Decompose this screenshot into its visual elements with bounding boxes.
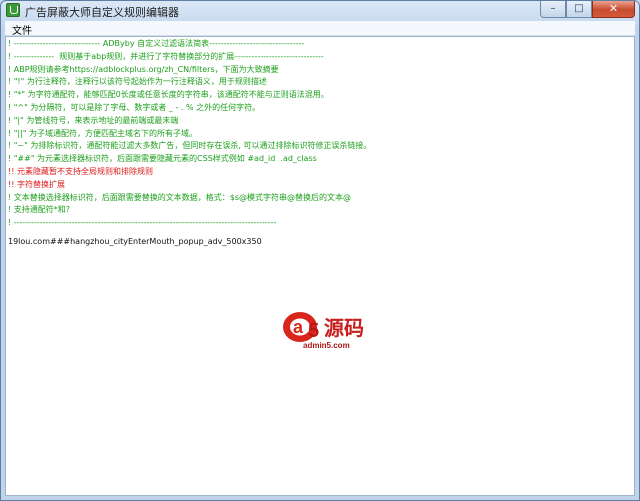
editor-line: ! "^" 为分隔符，可以是除了字母、数字或者 _ - . % 之外的任何字符。	[8, 102, 261, 112]
editor-lines: ! ------------------------------ ADByby …	[6, 38, 634, 249]
minimize-button[interactable]: –	[540, 1, 566, 18]
editor-line: ! -------------- 规则基于abp规则，并进行了字符替换部分的扩展…	[8, 51, 324, 61]
editor-line: ! "|" 为管线符号，来表示地址的最前端或最末端	[8, 115, 179, 125]
watermark-brand-cn: 源码	[324, 316, 364, 340]
menu-file[interactable]: 文件	[12, 22, 32, 37]
editor-line: ! "##" 为元素选择器标识符，后面跟需要隐藏元素的CSS样式例如 #ad_i…	[8, 154, 317, 164]
watermark-brand-a: a	[293, 317, 304, 337]
window-controls: – □ ✕	[540, 1, 635, 19]
editor-line: ! ------------------------------ ADByby …	[8, 39, 305, 48]
editor-line: ! --------------------------------------…	[8, 218, 277, 228]
editor-line: ! "*" 为字符通配符，能够匹配0长度或任意长度的字符串，该通配符不能与正则语…	[8, 90, 329, 100]
window-title: 广告屏蔽大师自定义规则编辑器	[25, 6, 179, 19]
editor-line: ! 支持通配符*和？	[8, 205, 74, 215]
rule-editor-textarea[interactable]: ! ------------------------------ ADByby …	[5, 36, 635, 496]
watermark-brand-num: 5	[308, 320, 319, 342]
editor-line: ! "~" 为排除标识符，通配符能过滤大多数广告，但同时存在误杀, 可以通过排除…	[8, 141, 372, 151]
app-window: 广告屏蔽大师自定义规则编辑器 – □ ✕ 文件 ! --------------…	[0, 0, 640, 501]
title-bar[interactable]: 广告屏蔽大师自定义规则编辑器 – □ ✕	[1, 1, 639, 21]
admin5-watermark: a 5 源码 admin5.com	[280, 305, 380, 355]
editor-line: !! 字符替换扩展	[8, 179, 65, 189]
editor-line: ! 文本替换选择器标识符，后面跟需要替换的文本数据，格式：$s@模式字符串@替换…	[8, 192, 352, 202]
editor-line: 19lou.com###hangzhou_cityEnterMouth_popu…	[8, 236, 262, 246]
close-button[interactable]: ✕	[592, 1, 635, 18]
editor-line: ! "!" 为行注释符，注释行以该符号起始作为一行注释语义，用于规则描述	[8, 77, 267, 87]
shield-app-icon	[6, 3, 20, 17]
editor-line: ! ABP规则请参考https://adblockplus.org/zh_CN/…	[8, 64, 279, 74]
menu-bar: 文件	[5, 21, 635, 37]
maximize-button[interactable]: □	[566, 1, 592, 18]
editor-line: ! "||" 为子域通配符，方便匹配主域名下的所有子域。	[8, 128, 198, 138]
editor-line: !! 元素隐藏暂不支持全局规则和排除规则	[8, 166, 153, 176]
watermark-domain: admin5.com	[303, 341, 350, 350]
